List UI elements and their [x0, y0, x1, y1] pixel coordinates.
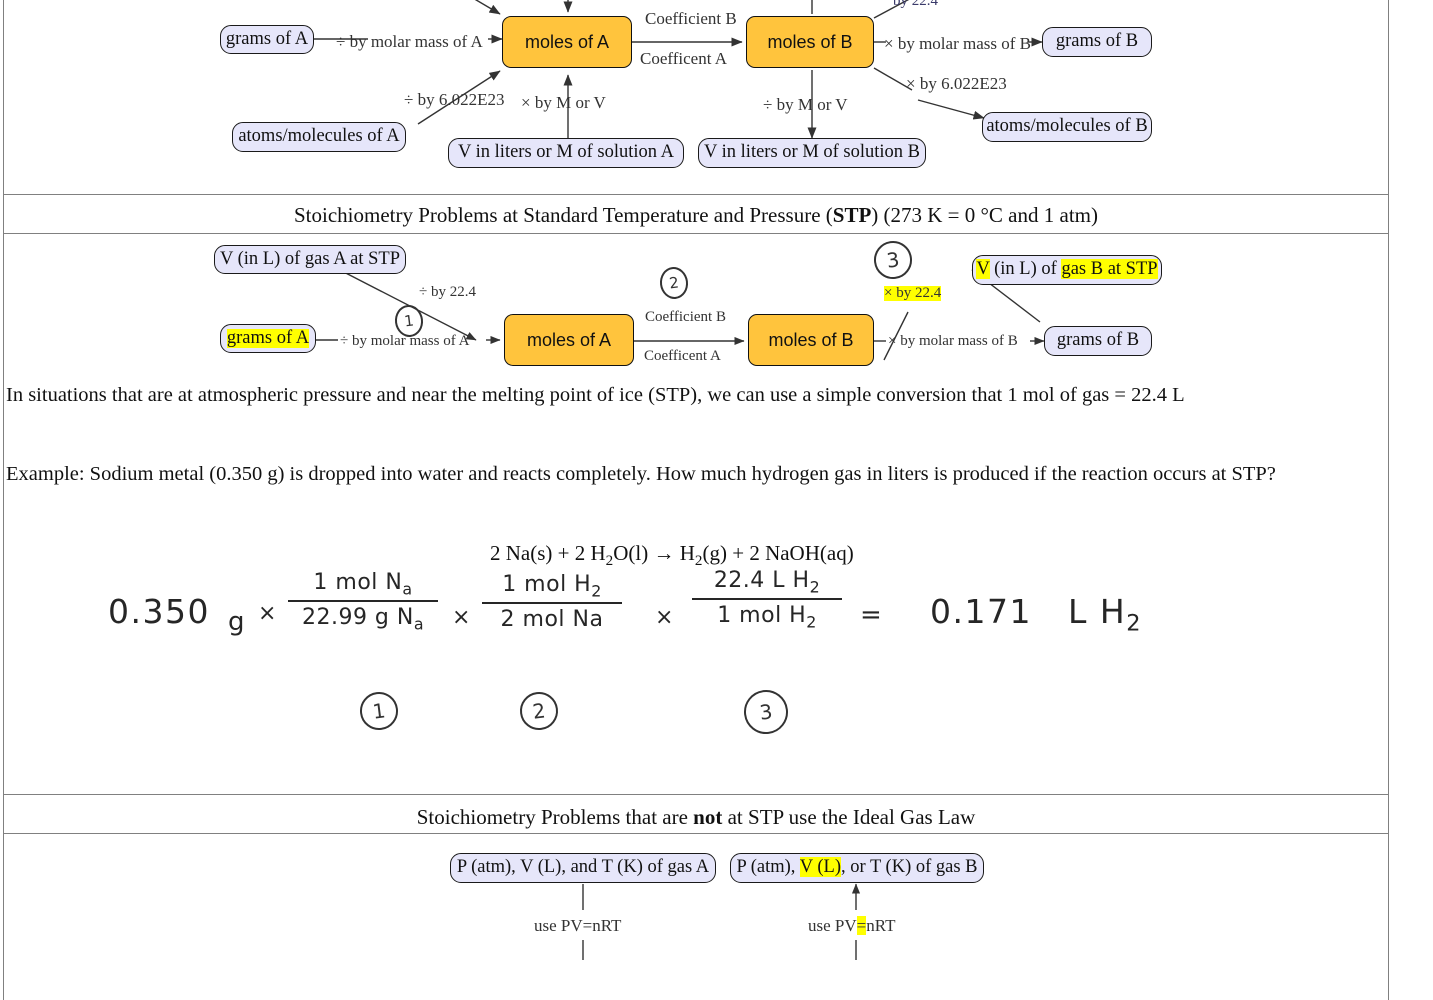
handwork-factor-2: 1 mol H2 2 mol Na [482, 572, 622, 632]
handwork-answer-unit: L H2 [1068, 592, 1142, 637]
handwork-factor-3: 22.4 L H2 1 mol H2 [692, 568, 842, 632]
node-label-prefix: V [976, 259, 990, 280]
header-not-stp-lead: Stoichiometry Problems that are [416, 805, 694, 829]
node-grams-of-a: grams of A [220, 25, 314, 54]
node-label-highlight: gas B at STP [1061, 259, 1158, 280]
label-coefficient-a-top: Coefficent A [640, 49, 728, 68]
divider-above-stp-header [3, 194, 1389, 195]
node-label-prefix: P (atm), [736, 857, 800, 878]
label-coefficient-a-stp: Coefficent A [644, 348, 721, 364]
reaction-reactant-1: 2 Na(s) [490, 541, 553, 565]
node-label: grams of B [1056, 330, 1140, 351]
node-label: moles of B [768, 329, 854, 350]
divider-above-ideal-header [3, 794, 1389, 795]
reaction-plus-2: + [732, 541, 745, 565]
section-header-stp: Stoichiometry Problems at Standard Tempe… [3, 203, 1389, 228]
divider-below-ideal-header [3, 833, 1389, 834]
table-frame [3, 0, 1389, 1000]
reaction-product-2: 2 NaOH(aq) [749, 541, 854, 565]
node-label: V in liters or M of solution B [704, 142, 921, 163]
node-label-highlight: V (L) [799, 857, 841, 878]
header-stp-bold: STP [832, 203, 872, 227]
node-grams-of-b: grams of B [1042, 27, 1152, 57]
node-label: atoms/molecules of A [238, 126, 400, 147]
label-divide-avogadro: ÷ by 6.022E23 [404, 90, 505, 109]
node-label: grams of B [1055, 31, 1139, 52]
reaction-plus-1: + [557, 541, 570, 565]
node-moles-of-b-stp: moles of B [748, 314, 874, 366]
node-grams-of-a-stp: grams of A [220, 324, 316, 353]
node-label-mid: (in L) of [989, 259, 1062, 280]
label-coefficient-b-top: Coefficient B [645, 9, 737, 28]
paragraph-example-problem: Example: Sodium metal (0.350 g) is dropp… [6, 463, 1276, 485]
factor-3-denominator: 1 mol H2 [717, 603, 817, 632]
label-divide-m-or-v-b: ÷ by M or V [763, 95, 848, 114]
section-header-not-stp: Stoichiometry Problems that are not at S… [3, 805, 1389, 830]
reaction-reactant-2: 2 H2O(l) [574, 541, 649, 570]
node-label: V in liters or M of solution A [458, 142, 675, 163]
node-v-gas-a-stp: V (in L) of gas A at STP [214, 245, 406, 274]
label-multiply-molar-mass-b-stp: × by molar mass of B [888, 333, 1018, 349]
handwork-times-1: × [258, 601, 277, 626]
node-gas-b-pvt: P (atm), V (L), or T (K) of gas B [730, 853, 984, 883]
node-label: V (in L) of gas A at STP [219, 248, 401, 269]
handwork-start-unit: g [228, 607, 245, 637]
node-solution-b: V in liters or M of solution B [698, 138, 926, 168]
node-grams-of-b-stp: grams of B [1044, 326, 1152, 356]
node-label-suffix: , or T (K) of gas B [841, 857, 978, 878]
node-label: atoms/molecules of B [986, 116, 1148, 137]
node-v-gas-b-stp: V (in L) of gas B at STP [972, 255, 1162, 285]
handwork-equals: = [860, 600, 882, 630]
reaction-arrow: → [653, 541, 675, 565]
header-stp-lead: Stoichiometry Problems at Standard Tempe… [294, 203, 833, 227]
handwork-answer-value: 0.171 [930, 592, 1032, 631]
label-use-pv-nrt-b: use PV=nRT [808, 916, 896, 935]
header-not-stp-bold: not [693, 805, 723, 829]
label-divide-molar-mass-a: ÷ by molar mass of A [336, 32, 483, 51]
label-multiply-molar-mass-b: × by molar mass of B [884, 34, 1031, 53]
node-atoms-molecules-of-b: atoms/molecules of B [982, 112, 1152, 142]
factor-1-numerator: 1 mol Na [313, 570, 413, 599]
header-not-stp-tail: at STP use the Ideal Gas Law [722, 805, 976, 829]
node-moles-of-a: moles of A [502, 16, 632, 68]
label-multiply-22-4: × by 22.4 [884, 285, 942, 301]
handwork-times-3: × [655, 605, 674, 630]
node-moles-of-b: moles of B [746, 16, 874, 68]
node-label: grams of A [226, 327, 310, 349]
node-solution-a: V in liters or M of solution A [448, 138, 684, 168]
label-multiply-m-or-v-a: × by M or V [521, 93, 606, 112]
label-by-22-4-cropped: by 22.4 [893, 0, 938, 9]
factor-3-numerator: 22.4 L H2 [713, 568, 821, 597]
node-gas-a-pvt: P (atm), V (L), and T (K) of gas A [450, 853, 716, 883]
divider-below-stp-header [3, 233, 1389, 234]
handwork-times-2: × [452, 605, 471, 630]
handwork-factor-1: 1 mol Na 22.99 g Na [288, 570, 438, 634]
node-moles-of-a-stp: moles of A [504, 314, 634, 366]
node-label: P (atm), V (L), and T (K) of gas A [456, 857, 710, 878]
paragraph-stp-conversion: In situations that are at atmospheric pr… [6, 384, 1185, 406]
factor-1-denominator: 22.99 g Na [301, 605, 425, 634]
reaction-product-1: H2(g) [679, 541, 727, 570]
reference-sheet-page: grams of A moles of A moles of B grams o… [0, 0, 1433, 1000]
factor-2-denominator: 2 mol Na [500, 607, 604, 633]
label-divide-22-4: ÷ by 22.4 [419, 284, 476, 300]
label-coefficient-b-stp: Coefficient B [645, 309, 726, 325]
node-label: moles of A [524, 31, 610, 52]
node-label: moles of A [526, 329, 612, 350]
balanced-reaction-equation: 2 Na(s) + 2 H2O(l) → H2(g) + 2 NaOH(aq) [490, 541, 854, 570]
label-use-pv-nrt-a: use PV=nRT [534, 916, 622, 935]
node-label: grams of A [225, 28, 309, 49]
label-multiply-avogadro: × by 6.022E23 [906, 74, 1007, 93]
header-stp-tail: ) (273 K = 0 °C and 1 atm) [871, 203, 1098, 227]
factor-2-numerator: 1 mol H2 [502, 572, 602, 601]
node-atoms-molecules-of-a: atoms/molecules of A [232, 122, 406, 152]
node-label: moles of B [767, 31, 853, 52]
handwork-start-value: 0.350 [108, 592, 210, 631]
